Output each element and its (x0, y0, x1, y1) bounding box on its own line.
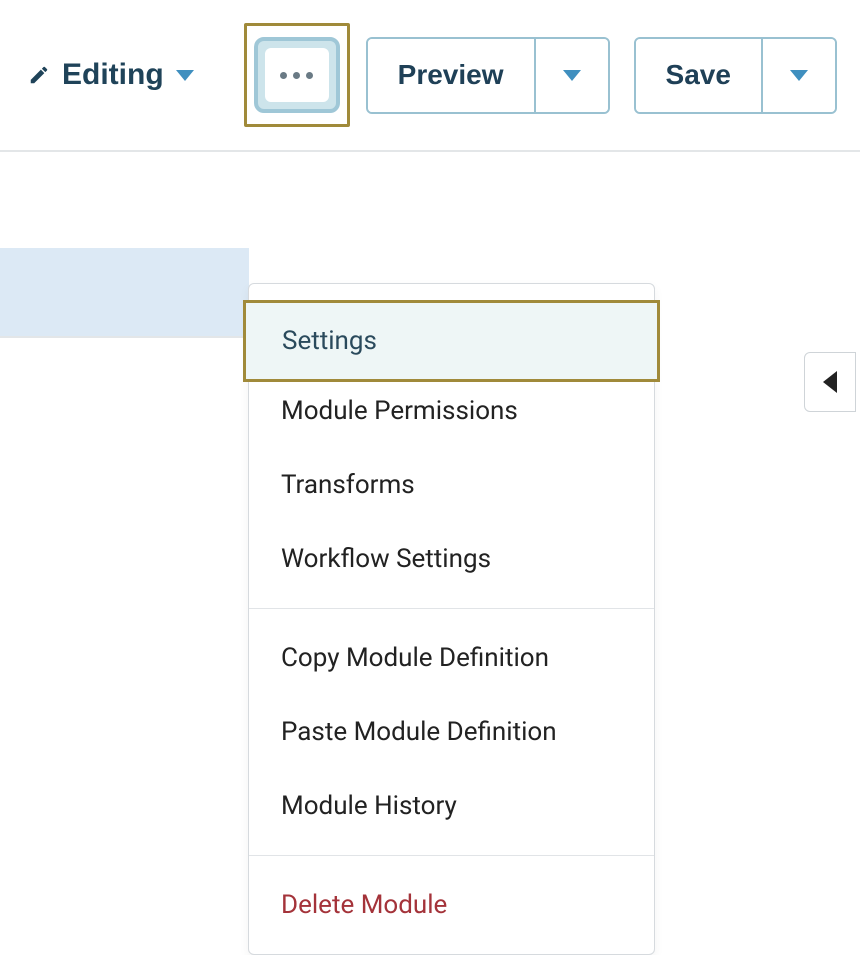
menu-item-transforms[interactable]: Transforms (249, 448, 654, 522)
menu-item-history[interactable]: Module History (249, 769, 654, 843)
menu-item-paste[interactable]: Paste Module Definition (249, 695, 654, 769)
chevron-left-icon (823, 371, 837, 393)
caret-down-icon (563, 70, 581, 81)
preview-button-group: Preview (366, 37, 610, 114)
preview-button[interactable]: Preview (368, 39, 534, 112)
content-area: Module Permissions Transforms Workflow S… (0, 152, 860, 890)
toolbar: Editing Preview Save (0, 0, 860, 152)
selected-row-highlight (0, 248, 249, 338)
more-button-highlight (244, 23, 350, 127)
menu-item-settings[interactable]: Settings (243, 300, 660, 382)
pencil-icon (28, 64, 50, 86)
more-menu-button[interactable] (254, 37, 340, 113)
ellipsis-icon (265, 48, 329, 102)
menu-item-permissions[interactable]: Module Permissions (249, 374, 654, 448)
mode-dropdown[interactable]: Editing (20, 52, 202, 98)
save-button-group: Save (634, 37, 837, 114)
caret-down-icon (176, 70, 194, 81)
collapse-panel-button[interactable] (804, 352, 856, 412)
menu-item-delete[interactable]: Delete Module (249, 868, 654, 942)
menu-item-workflow[interactable]: Workflow Settings (249, 522, 654, 596)
mode-label: Editing (62, 58, 164, 92)
menu-item-label: Settings (282, 326, 377, 356)
save-button[interactable]: Save (636, 39, 761, 112)
caret-down-icon (790, 70, 808, 81)
save-dropdown[interactable] (761, 39, 835, 112)
more-menu: Module Permissions Transforms Workflow S… (248, 283, 655, 955)
menu-item-copy[interactable]: Copy Module Definition (249, 621, 654, 695)
preview-dropdown[interactable] (534, 39, 608, 112)
